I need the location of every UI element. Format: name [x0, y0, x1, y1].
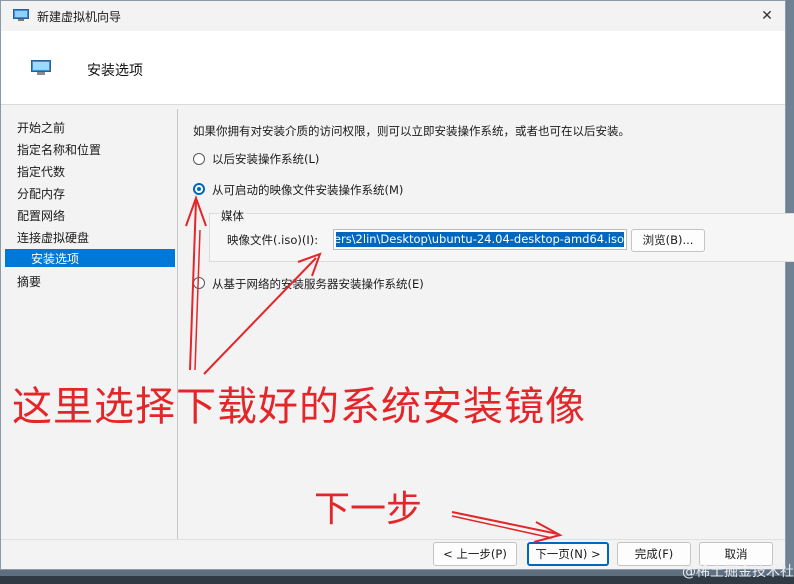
footer-divider: [1, 539, 785, 540]
sidebar-divider: [177, 109, 178, 539]
sidebar-item-summary[interactable]: 摘要: [17, 273, 41, 290]
install-from-network-radio[interactable]: [193, 277, 205, 289]
sidebar-item-before-you-begin[interactable]: 开始之前: [17, 119, 65, 136]
wizard-steps-sidebar: 开始之前 指定名称和位置 指定代数 分配内存 配置网络 连接虚拟硬盘 安装选项 …: [1, 105, 179, 539]
install-later-radio[interactable]: [193, 153, 205, 165]
sidebar-item-network[interactable]: 配置网络: [17, 207, 65, 224]
iso-field-label: 映像文件(.iso)(I):: [227, 233, 319, 247]
close-icon[interactable]: ✕: [755, 4, 779, 28]
window-title: 新建虚拟机向导: [37, 10, 122, 24]
sidebar-item-install-options[interactable]: 安装选项: [5, 249, 175, 267]
previous-button[interactable]: < 上一步(P): [433, 542, 517, 566]
page-title: 安装选项: [87, 63, 143, 79]
title-bar: 新建虚拟机向导 ✕: [1, 1, 785, 31]
install-later-label[interactable]: 以后安装操作系统(L): [212, 151, 319, 167]
install-description: 如果你拥有对安装介质的访问权限，则可以立即安装操作系统，或者也可在以后安装。: [193, 124, 630, 138]
next-button[interactable]: 下一页(N) >: [527, 542, 609, 566]
iso-path-value: ers\2lin\Desktop\ubuntu-24.04-desktop-am…: [336, 232, 624, 247]
annotation-select-image: 这里选择下载好的系统安装镜像: [12, 384, 586, 430]
install-from-image-label[interactable]: 从可启动的映像文件安装操作系统(M): [212, 182, 403, 198]
sidebar-item-name-location[interactable]: 指定名称和位置: [17, 141, 101, 158]
desktop-taskbar: [0, 576, 794, 584]
vm-wizard-icon: [13, 9, 29, 21]
sidebar-item-memory[interactable]: 分配内存: [17, 185, 65, 202]
install-from-image-radio[interactable]: [193, 183, 205, 195]
page-header: 安装选项: [1, 31, 785, 105]
install-from-network-label[interactable]: 从基于网络的安装服务器安装操作系统(E): [212, 276, 424, 292]
sidebar-item-virtual-disk[interactable]: 连接虚拟硬盘: [17, 229, 89, 246]
finish-button[interactable]: 完成(F): [617, 542, 691, 566]
watermark: @稀土掘金技术社区: [682, 564, 794, 580]
media-group-title: 媒体: [219, 208, 246, 224]
browse-button[interactable]: 浏览(B)...: [631, 229, 705, 252]
install-options-panel: 如果你拥有对安装介质的访问权限，则可以立即安装操作系统，或者也可在以后安装。 以…: [179, 105, 794, 539]
install-options-icon: [31, 60, 51, 75]
iso-path-input[interactable]: ers\2lin\Desktop\ubuntu-24.04-desktop-am…: [333, 229, 627, 250]
annotation-next-step: 下一步: [314, 489, 423, 530]
sidebar-item-label: 安装选项: [31, 252, 80, 266]
sidebar-item-generation[interactable]: 指定代数: [17, 163, 65, 180]
